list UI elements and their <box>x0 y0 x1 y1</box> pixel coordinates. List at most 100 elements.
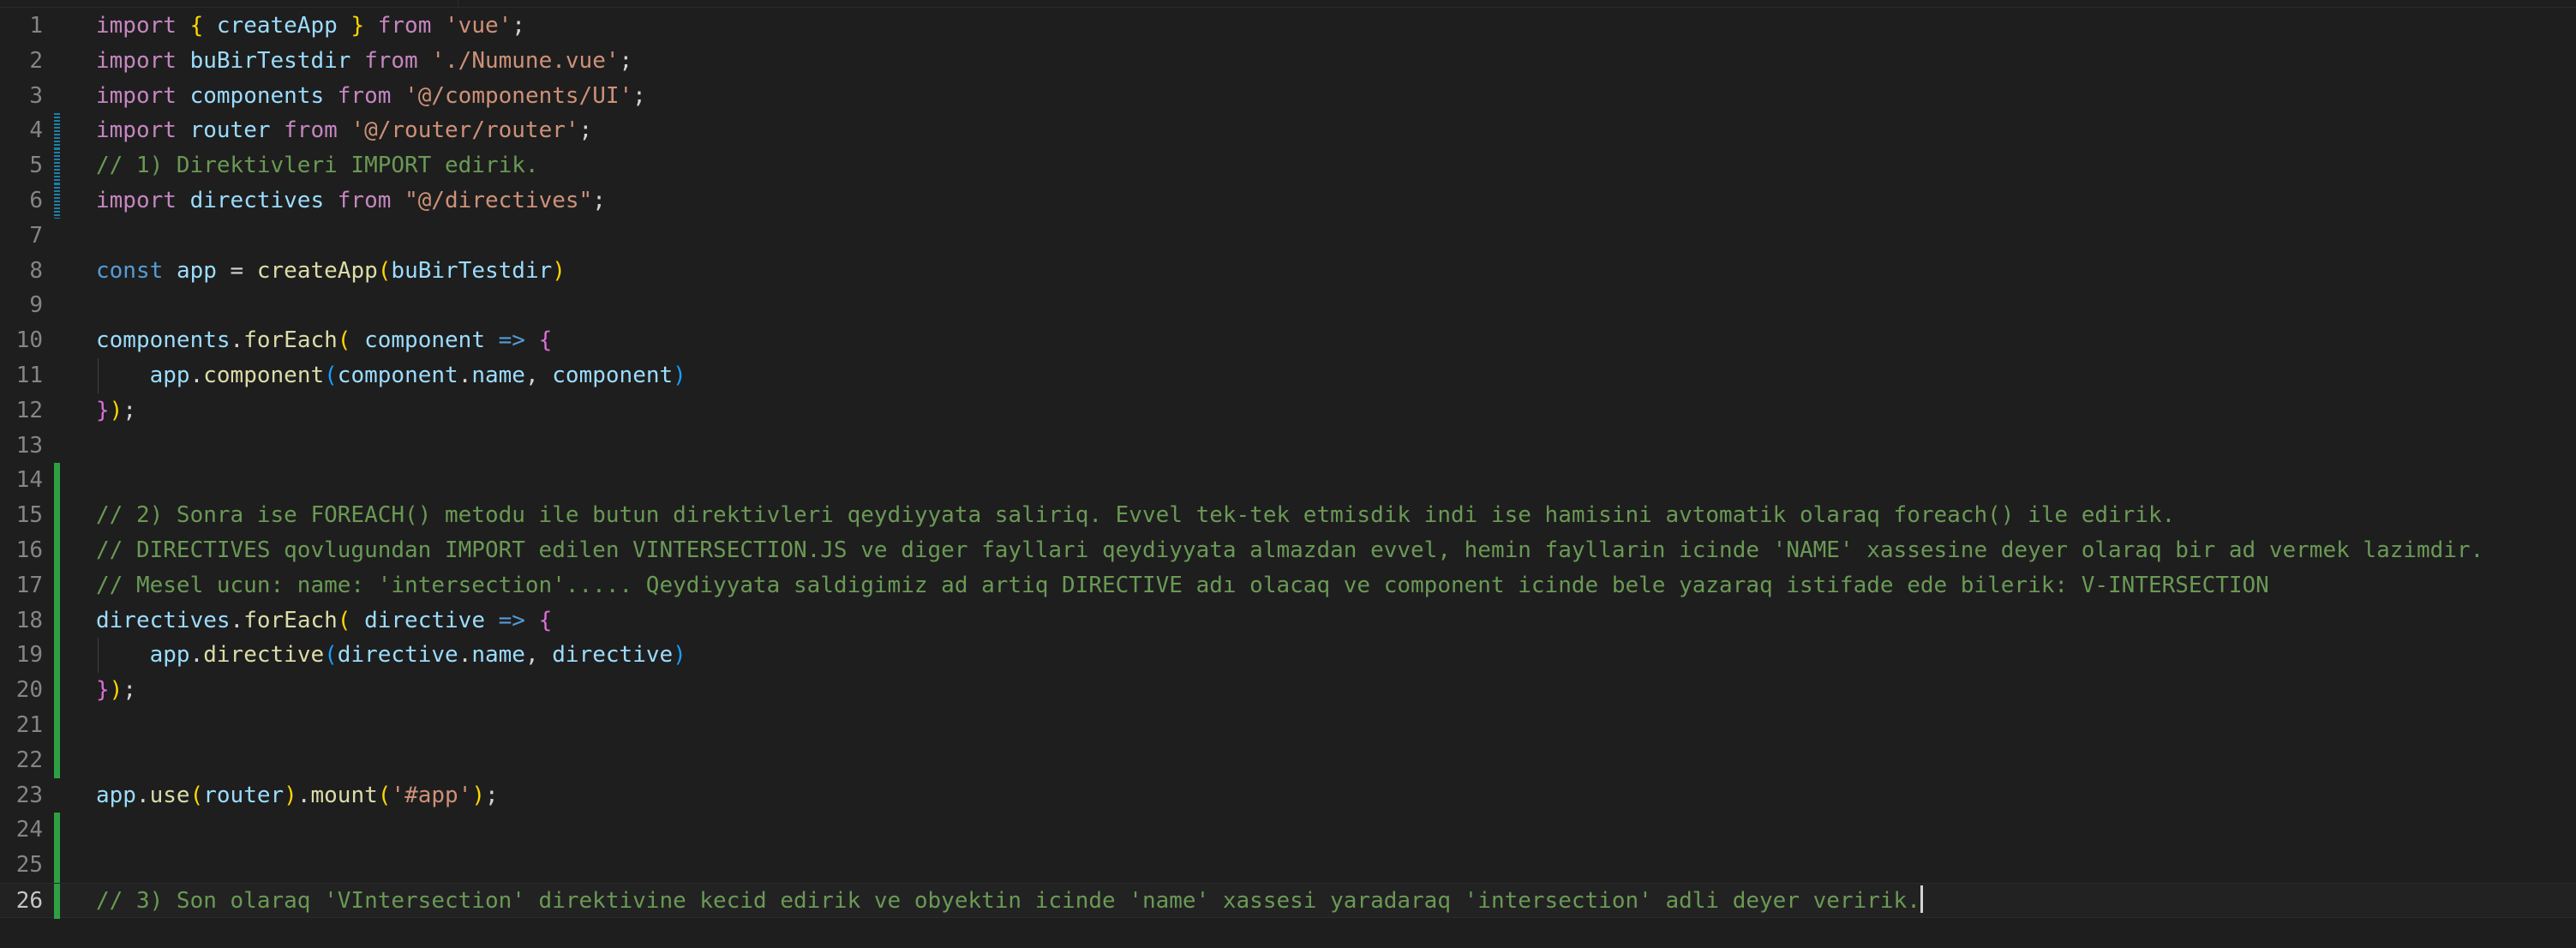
code-line[interactable]: 9 <box>0 288 2576 323</box>
git-added-marker[interactable] <box>54 742 60 778</box>
code-line[interactable]: 22 <box>0 742 2576 778</box>
code-text[interactable]: // 1) Direktivleri IMPORT edirik. <box>96 148 539 183</box>
code-token: . <box>458 363 472 388</box>
line-number: 11 <box>15 363 43 388</box>
git-added-marker[interactable] <box>54 567 60 603</box>
code-text[interactable]: import { createApp } from 'vue'; <box>96 9 525 44</box>
code-token: name <box>471 642 525 669</box>
code-text[interactable]: app.directive(directive.name, directive) <box>96 638 686 673</box>
code-token: import <box>96 13 177 39</box>
code-line[interactable]: 16 // DIRECTIVES qovlugundan IMPORT edile… <box>0 533 2576 568</box>
code-text[interactable]: components.forEach( component => { <box>96 323 552 358</box>
code-text[interactable]: // Mesel ucun: name: 'intersection'.....… <box>96 568 2269 603</box>
code-line[interactable]: 5 // 1) Direktivleri IMPORT edirik. <box>0 148 2576 183</box>
code-text[interactable]: const app = createApp(buBirTestdir) <box>96 254 566 289</box>
code-token: ; <box>632 82 646 109</box>
line-number: 14 <box>15 467 43 494</box>
code-line[interactable]: 2 import buBirTestdir from './Numune.vue'… <box>0 44 2576 79</box>
line-number: 5 <box>29 153 43 179</box>
code-line[interactable]: 20}); <box>0 673 2576 708</box>
code-token: forEach <box>243 327 338 354</box>
git-added-marker[interactable] <box>54 638 60 674</box>
code-token: directives <box>189 188 325 213</box>
code-token: mount <box>310 782 378 808</box>
git-added-marker[interactable] <box>54 463 60 499</box>
code-token: forEach <box>243 607 338 633</box>
code-line[interactable]: 23 app.use(router).mount('#app'); <box>0 778 2576 813</box>
code-text[interactable]: import directives from "@/directives"; <box>96 183 606 219</box>
code-text[interactable]: import router from '@/router/router'; <box>96 113 592 148</box>
code-text[interactable]: import buBirTestdir from './Numune.vue'; <box>96 44 632 79</box>
editor-top-border <box>0 0 2576 8</box>
code-token: } <box>350 13 365 39</box>
code-line[interactable]: 4 import router from '@/router/router'; <box>0 113 2576 149</box>
code-token: ( <box>337 327 351 354</box>
git-added-marker[interactable] <box>54 603 60 639</box>
code-text[interactable]: app.component(component.name, component) <box>96 358 686 393</box>
code-token: ) <box>109 677 123 704</box>
line-number: 22 <box>15 747 43 773</box>
code-line[interactable]: 11 app.component(component.name, compone… <box>0 358 2576 393</box>
git-added-marker[interactable] <box>54 848 60 883</box>
code-line[interactable]: 3 import components from '@/components/UI… <box>0 79 2576 114</box>
code-line[interactable]: 12}); <box>0 393 2576 429</box>
code-text[interactable]: }); <box>96 393 136 429</box>
code-text[interactable]: import components from '@/components/UI'… <box>96 79 646 114</box>
code-line[interactable]: 10 components.forEach( component => { <box>0 323 2576 358</box>
git-added-marker[interactable] <box>54 673 60 708</box>
code-line[interactable]: 15 // 2) Sonra ise FOREACH() metodu ile b… <box>0 498 2576 533</box>
code-line[interactable]: 6 import directives from "@/directives"; <box>0 183 2576 219</box>
code-text[interactable]: // 3) Son olaraq 'VIntersection' direkti… <box>96 884 1923 919</box>
code-editor[interactable]: 1 import { createApp } from 'vue'; 2 import… <box>0 0 2576 948</box>
code-text[interactable]: directives.forEach( directive => { <box>96 603 552 639</box>
code-line[interactable]: 25 <box>0 848 2576 883</box>
code-line[interactable]: 18 directives.forEach( directive => { <box>0 603 2576 639</box>
code-token: '@/router/router' <box>350 117 579 144</box>
code-token: ) <box>552 257 566 284</box>
git-modified-marker[interactable] <box>54 183 60 219</box>
code-token: ( <box>324 642 338 669</box>
code-token: } <box>96 397 110 423</box>
code-line[interactable]: 8 const app = createApp(buBirTestdir) <box>0 254 2576 289</box>
code-line[interactable]: 24 <box>0 813 2576 849</box>
code-line[interactable]: 19 app.directive(directive.name, directi… <box>0 638 2576 674</box>
code-token: component <box>203 363 325 388</box>
code-line[interactable]: 21 <box>0 708 2576 743</box>
code-token: ( <box>324 363 338 388</box>
code-text[interactable]: // DIRECTIVES qovlugundan IMPORT edilen … <box>96 533 2483 568</box>
code-line[interactable]: 14 <box>0 463 2576 499</box>
code-token: { <box>189 13 204 39</box>
git-added-marker[interactable] <box>54 533 60 568</box>
code-token: . <box>189 642 204 669</box>
line-number: 19 <box>15 642 43 669</box>
git-added-marker[interactable] <box>54 498 60 533</box>
code-token: '@/components/UI' <box>404 82 633 109</box>
code-line[interactable]: 13 <box>0 429 2576 464</box>
line-number: 1 <box>29 13 43 39</box>
git-added-marker[interactable] <box>54 884 60 919</box>
code-line[interactable]: 1 import { createApp } from 'vue'; <box>0 9 2576 44</box>
code-token: createApp <box>256 257 378 284</box>
code-token: from <box>364 47 418 74</box>
code-token: ; <box>512 13 525 39</box>
code-text[interactable]: }); <box>96 673 136 708</box>
git-added-marker[interactable] <box>54 813 60 849</box>
git-modified-marker[interactable] <box>54 148 60 183</box>
git-added-marker[interactable] <box>54 708 60 743</box>
code-text[interactable]: // 2) Sonra ise FOREACH() metodu ile but… <box>96 498 2175 533</box>
git-modified-marker[interactable] <box>54 113 60 149</box>
code-line[interactable]: 7 <box>0 219 2576 254</box>
code-line[interactable]: 26 // 3) Son olaraq 'VIntersection' direk… <box>0 883 2576 919</box>
code-text[interactable]: app.use(router).mount('#app'); <box>96 778 499 813</box>
code-line[interactable]: 17 // Mesel ucun: name: 'intersection'...… <box>0 567 2576 603</box>
